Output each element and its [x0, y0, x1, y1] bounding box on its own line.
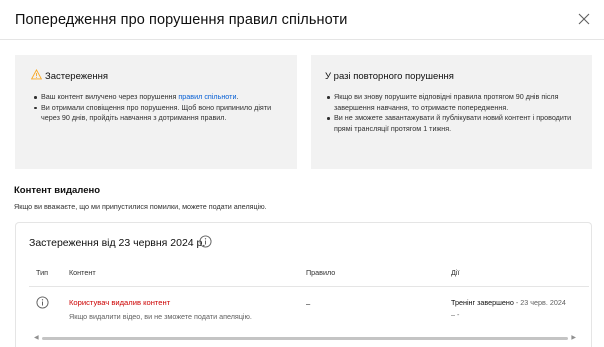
warning-item-text: Ваш контент вилучено через порушення	[41, 92, 179, 101]
action-date: - 23 черв. 2024	[513, 298, 566, 307]
scroll-left-arrow-icon[interactable]: ◀	[34, 335, 40, 342]
strike-card-title: Застереження від 23 червня 2024 р.	[29, 237, 206, 249]
removed-content-description: Якщо видалити відео, ви не зможете подат…	[69, 312, 252, 321]
repeat-violation-list: Якщо ви знову порушите відповідні правил…	[325, 92, 585, 134]
warning-item-punct: .	[236, 92, 239, 101]
strike-card: Застереження від 23 червня 2024 р. Тип К…	[15, 222, 592, 347]
scrollbar-thumb[interactable]	[42, 337, 568, 340]
warning-item: Ваш контент вилучено через порушення пра…	[32, 92, 290, 103]
section-title: Контент видалено	[14, 185, 101, 196]
dialog-title: Попередження про порушення правил спільн…	[15, 12, 348, 28]
info-icon[interactable]	[199, 235, 212, 248]
warning-list: Ваш контент вилучено через порушення пра…	[32, 92, 290, 124]
close-icon	[578, 13, 590, 25]
action-status-text: Тренінг завершено	[451, 298, 514, 307]
warning-triangle-icon	[31, 69, 42, 80]
community-guidelines-link[interactable]: правил спільноти	[178, 92, 236, 101]
action-status: Тренінг завершено - 23 черв. 2024	[451, 298, 566, 307]
horizontal-scrollbar[interactable]: ◀ ▶	[34, 335, 576, 342]
column-header-content: Контент	[69, 268, 96, 277]
repeat-violation-item: Якщо ви знову порушите відповідні правил…	[325, 92, 585, 113]
close-button[interactable]	[576, 11, 592, 27]
action-substatus: – -	[451, 310, 460, 319]
warning-heading: Застереження	[45, 71, 109, 82]
removed-content-title: Користувач видалив контент	[69, 298, 171, 307]
table-header-divider	[29, 286, 589, 287]
column-header-rule: Правило	[306, 268, 336, 277]
section-subtitle: Якщо ви вважаєте, що ми припустилися пом…	[14, 202, 267, 211]
info-icon	[36, 296, 49, 309]
warning-panel: Застереження Ваш контент вилучено через …	[15, 55, 297, 169]
column-header-actions: Дії	[451, 268, 460, 277]
dialog-header: Попередження про порушення правил спільн…	[0, 0, 604, 40]
column-header-type: Тип	[36, 268, 48, 277]
repeat-violation-item: Ви не зможете завантажувати й публікуват…	[325, 113, 585, 134]
repeat-violation-panel: У разі повторного порушення Якщо ви знов…	[311, 55, 592, 169]
warning-item: Ви отримали сповіщення про порушення. Що…	[32, 103, 290, 124]
rule-value: –	[306, 299, 311, 308]
scroll-right-arrow-icon[interactable]: ▶	[570, 335, 576, 342]
repeat-violation-heading: У разі повторного порушення	[325, 71, 454, 82]
